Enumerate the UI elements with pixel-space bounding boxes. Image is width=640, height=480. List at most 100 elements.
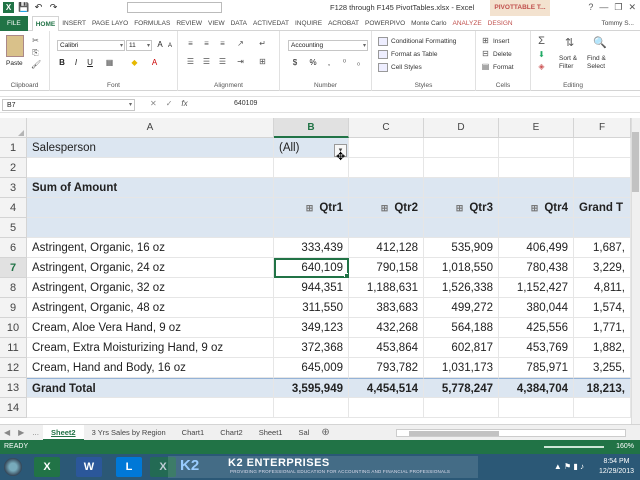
row-label[interactable]: Astringent, Organic, 16 oz: [27, 238, 274, 258]
column-label-qtr1[interactable]: ⊞ Qtr1: [274, 198, 349, 218]
value-cell[interactable]: 1,526,338: [424, 278, 499, 298]
sheet-tab-sheet2[interactable]: Sheet2: [42, 424, 84, 441]
number-format-combo[interactable]: Accounting: [288, 40, 368, 51]
row-header[interactable]: 11: [0, 338, 27, 358]
cell[interactable]: [349, 138, 424, 158]
row-header[interactable]: 2: [0, 158, 27, 178]
values-field-label[interactable]: Sum of Amount: [27, 178, 274, 198]
sort-filter-label-1[interactable]: Sort &: [559, 55, 577, 62]
tab-acrobat[interactable]: ACROBAT: [325, 16, 362, 31]
sort-filter-label-2[interactable]: Filter: [559, 63, 573, 70]
paste-icon[interactable]: [6, 35, 24, 57]
value-cell[interactable]: 535,909: [424, 238, 499, 258]
cell-styles-button[interactable]: Cell Styles: [391, 64, 422, 71]
value-cell[interactable]: 1,018,550: [424, 258, 499, 278]
row-header[interactable]: 13: [0, 378, 27, 398]
cell[interactable]: [274, 218, 349, 238]
enter-icon[interactable]: ✓: [166, 99, 173, 108]
format-as-table-button[interactable]: Format as Table: [391, 51, 437, 58]
horizontal-scrollbar[interactable]: [396, 429, 626, 437]
value-cell[interactable]: 4,811,: [574, 278, 631, 298]
zoom-slider[interactable]: [544, 446, 604, 448]
value-cell[interactable]: 3,229,: [574, 258, 631, 278]
value-cell[interactable]: 785,971: [499, 358, 574, 378]
close-button[interactable]: ✕: [628, 2, 636, 13]
cell[interactable]: [274, 178, 349, 198]
merge-center-icon[interactable]: ⊞: [258, 58, 267, 66]
cut-icon[interactable]: ✂: [31, 37, 40, 45]
clear-icon[interactable]: ◈: [537, 63, 546, 71]
row-label[interactable]: Cream, Extra Moisturizing Hand, 9 oz: [27, 338, 274, 358]
sheet-tab-chart2[interactable]: Chart2: [212, 425, 251, 441]
borders-icon[interactable]: ▦: [105, 59, 114, 67]
column-label-grand-total[interactable]: Grand T: [574, 198, 631, 218]
cell[interactable]: [574, 138, 631, 158]
value-cell[interactable]: 1,771,: [574, 318, 631, 338]
column-header-a[interactable]: A: [27, 118, 274, 138]
value-cell[interactable]: 453,864: [349, 338, 424, 358]
row-header[interactable]: 3: [0, 178, 27, 198]
row-header[interactable]: 9: [0, 298, 27, 318]
row-label[interactable]: Astringent, Organic, 32 oz: [27, 278, 274, 298]
value-cell[interactable]: 333,439: [274, 238, 349, 258]
value-cell[interactable]: 453,769: [499, 338, 574, 358]
paste-label[interactable]: Paste: [6, 60, 23, 67]
vertical-scroll-thumb[interactable]: [632, 132, 639, 192]
value-cell[interactable]: 406,499: [499, 238, 574, 258]
align-top-icon[interactable]: ≡: [186, 40, 195, 48]
value-cell[interactable]: 790,158: [349, 258, 424, 278]
tab-page-layout[interactable]: PAGE LAYO: [89, 16, 131, 31]
insert-function-icon[interactable]: fx: [181, 99, 187, 108]
find-select-label-2[interactable]: Select: [587, 63, 605, 70]
name-box[interactable]: B7: [2, 99, 135, 111]
grand-total-label[interactable]: Grand Total: [27, 378, 274, 398]
value-cell[interactable]: 645,009: [274, 358, 349, 378]
vertical-scrollbar[interactable]: [631, 118, 640, 424]
cell[interactable]: [574, 158, 631, 178]
tab-activedata[interactable]: ACTIVEDAT: [250, 16, 292, 31]
cancel-icon[interactable]: ✕: [150, 99, 157, 108]
cell[interactable]: [424, 138, 499, 158]
sheet-nav-more[interactable]: ...: [28, 428, 43, 437]
column-label-qtr2[interactable]: ⊞ Qtr2: [349, 198, 424, 218]
sheet-tab-sal[interactable]: Sal: [290, 425, 317, 441]
align-right-icon[interactable]: ☰: [218, 58, 227, 66]
autosum-icon[interactable]: Σ: [537, 36, 546, 47]
cell[interactable]: [574, 218, 631, 238]
font-color-icon[interactable]: A: [150, 59, 159, 67]
grand-total-cell[interactable]: 3,595,949: [274, 378, 349, 398]
minimize-button[interactable]: —: [599, 2, 608, 13]
row-header[interactable]: 4: [0, 198, 27, 218]
user-account[interactable]: Tommy S...: [598, 16, 640, 31]
cell[interactable]: [424, 158, 499, 178]
row-header[interactable]: 14: [0, 398, 27, 418]
cell[interactable]: [424, 178, 499, 198]
grand-total-cell[interactable]: 5,778,247: [424, 378, 499, 398]
tab-view[interactable]: VIEW: [205, 16, 228, 31]
italic-button[interactable]: I: [71, 58, 81, 68]
fill-icon[interactable]: ⬇: [537, 51, 546, 59]
sheet-nav-next-icon[interactable]: ▶: [14, 428, 28, 437]
font-name-combo[interactable]: Calibri: [57, 40, 125, 51]
sheet-tab-3-yrs-sales[interactable]: 3 Yrs Sales by Region: [84, 425, 174, 441]
value-cell[interactable]: 602,817: [424, 338, 499, 358]
conditional-formatting-button[interactable]: Conditional Formatting: [391, 38, 456, 45]
value-cell[interactable]: 1,574,: [574, 298, 631, 318]
value-cell[interactable]: 383,683: [349, 298, 424, 318]
row-header[interactable]: 10: [0, 318, 27, 338]
expand-icon[interactable]: ⊞: [306, 198, 314, 217]
cell[interactable]: [499, 178, 574, 198]
tab-data[interactable]: DATA: [228, 16, 250, 31]
value-cell[interactable]: 311,550: [274, 298, 349, 318]
cell[interactable]: [27, 158, 274, 178]
cell[interactable]: [499, 138, 574, 158]
cell[interactable]: [274, 398, 349, 418]
value-cell[interactable]: 349,123: [274, 318, 349, 338]
copy-icon[interactable]: ⎘: [31, 49, 40, 57]
value-cell[interactable]: 425,556: [499, 318, 574, 338]
align-middle-icon[interactable]: ≡: [202, 40, 211, 48]
value-cell[interactable]: 564,188: [424, 318, 499, 338]
value-cell[interactable]: 1,882,: [574, 338, 631, 358]
sheet-tab-chart1[interactable]: Chart1: [174, 425, 213, 441]
comma-button[interactable]: ,: [324, 58, 334, 68]
